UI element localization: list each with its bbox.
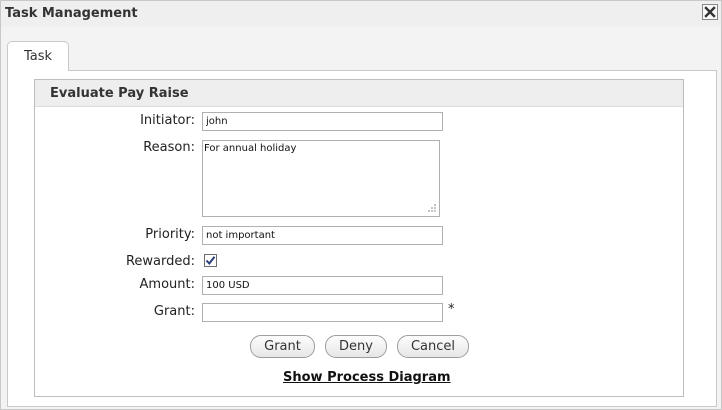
- initiator-label: Initiator:: [140, 113, 195, 128]
- close-button[interactable]: [702, 4, 718, 20]
- task-form: Evaluate Pay Raise Initiator: Reason: Fo…: [34, 79, 684, 397]
- rewarded-label: Rewarded:: [125, 254, 195, 269]
- form-heading: Evaluate Pay Raise: [50, 86, 189, 101]
- tab-task[interactable]: Task: [7, 41, 69, 71]
- priority-label: Priority:: [145, 227, 195, 242]
- tab-panel: Evaluate Pay Raise Initiator: Reason: Fo…: [7, 70, 717, 407]
- required-marker: *: [448, 302, 455, 317]
- dialog-title: Task Management: [5, 6, 138, 21]
- cancel-button[interactable]: Cancel: [397, 335, 469, 358]
- reason-label: Reason:: [143, 140, 195, 155]
- priority-field[interactable]: [202, 226, 443, 245]
- form-header: Evaluate Pay Raise: [35, 80, 683, 107]
- resize-grip-icon[interactable]: [427, 203, 437, 213]
- show-process-diagram-link[interactable]: Show Process Diagram: [283, 370, 451, 385]
- grant-button[interactable]: Grant: [250, 335, 315, 358]
- close-icon: [704, 6, 716, 18]
- tab-task-label: Task: [23, 49, 53, 64]
- task-management-dialog: Task Management Task Evaluate Pay Raise …: [0, 0, 722, 410]
- check-icon: [205, 256, 216, 266]
- initiator-field[interactable]: [202, 112, 443, 131]
- amount-field[interactable]: [202, 276, 443, 295]
- deny-button[interactable]: Deny: [325, 335, 387, 358]
- rewarded-checkbox[interactable]: [204, 254, 217, 267]
- tab-strip: Task: [7, 41, 717, 71]
- grant-field[interactable]: [202, 303, 443, 322]
- reason-textarea[interactable]: For annual holiday: [202, 140, 440, 217]
- dialog-titlebar: Task Management: [1, 1, 721, 27]
- grant-label: Grant:: [153, 304, 195, 319]
- amount-label: Amount:: [139, 277, 195, 292]
